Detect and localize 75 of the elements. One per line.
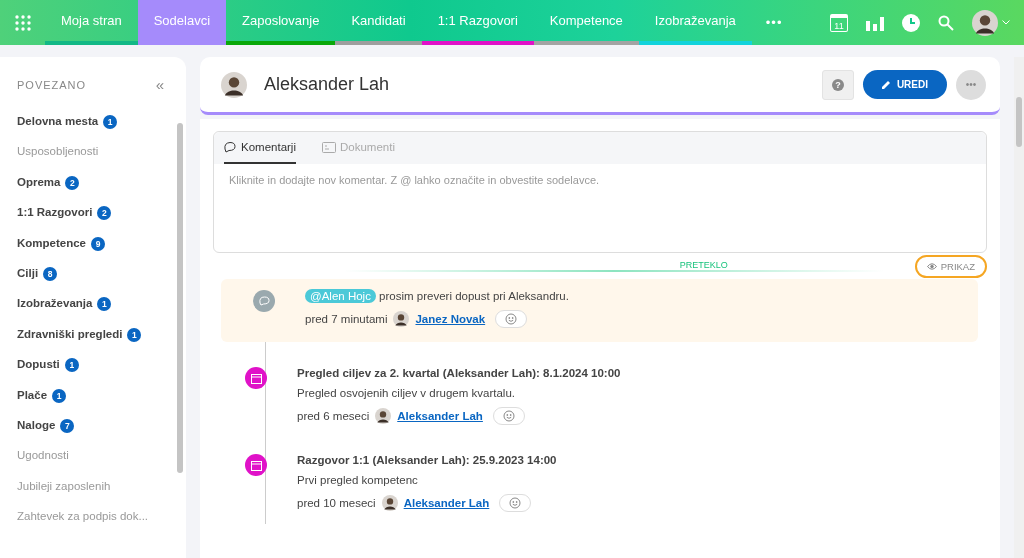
count-badge: 9 [91,236,106,251]
user-avatar [972,9,998,36]
sidebar-item[interactable]: Delovna mesta 1 [17,115,186,146]
page-scrollbar[interactable] [1014,57,1024,558]
count-badge: 1 [64,358,79,373]
comment-icon [253,290,275,312]
count-badge: 8 [43,266,58,281]
nav-tab[interactable]: Kompetence [533,0,639,45]
more-button[interactable]: ••• [956,69,986,100]
more-menu[interactable]: ••• [751,0,797,45]
nav-tab[interactable]: Kandidati [335,0,422,45]
author-link[interactable]: Aleksander Lah [397,410,483,422]
clock-icon[interactable] [902,13,920,32]
edit-button[interactable]: UREDI [862,70,947,99]
calendar-icon [245,367,267,389]
sidebar-item[interactable]: Izobraževanja 1 [17,297,186,328]
event-description: Pregled osvojenih ciljev v drugem kvartalu. [297,387,516,399]
author-avatar [375,408,392,424]
author-avatar [381,495,398,511]
reaction-button[interactable] [499,494,532,512]
speech-bubble-icon [224,141,237,153]
sidebar-item[interactable]: Oprema 2 [17,175,186,207]
chevron-down-icon[interactable] [1002,20,1010,25]
reaction-button[interactable] [495,310,528,328]
mention-tag[interactable]: @Alen Hojc [305,289,376,303]
reaction-button[interactable] [492,407,525,425]
calendar-icon [245,454,267,476]
author-link[interactable]: Aleksander Lah [403,497,490,509]
search-icon[interactable] [938,14,954,31]
sidebar-title: POVEZANO [17,79,87,91]
count-badge: 1 [127,327,142,342]
profile-avatar [221,71,247,98]
employee-name: Aleksander Lah [264,74,390,95]
document-icon [321,141,336,153]
event-title: Pregled ciljev za 2. kvartal (Aleksander Lah): 8.1.2024 10:00 [297,367,621,379]
view-button[interactable]: PRIKAZ [914,254,987,278]
sidebar-item[interactable]: Cilji 8 [17,266,186,298]
sidebar-item[interactable]: Kompetence 9 [17,236,186,267]
count-badge: 1 [97,297,112,312]
count-badge: 2 [65,175,80,190]
nav-tab[interactable]: Zaposlovanje [226,0,336,45]
pencil-icon [881,80,891,89]
calendar-icon[interactable]: 11 [830,13,848,32]
smiley-icon [509,497,522,509]
event-title: Razgovor 1:1 (Aleksander Lah): 25.9.2023 14:00 [297,454,557,466]
count-badge: 1 [52,388,67,403]
nav-tab[interactable]: Sodelavci [137,0,227,45]
timestamp: pred 10 meseci [297,497,376,509]
timestamp: pred 7 minutami [305,313,388,325]
nav-tab[interactable]: Izobraževanja [638,0,752,45]
bar-chart-icon[interactable] [866,14,884,31]
count-badge: 2 [97,206,112,221]
timestamp: pred 6 meseci [297,410,370,422]
collapse-button[interactable]: « [155,79,164,91]
tab[interactable]: Dokumenti [321,132,395,164]
tab[interactable]: Komentarji [224,132,296,164]
sidebar-item[interactable]: Naloge 7 [17,418,186,450]
sidebar-item[interactable]: 1:1 Razgovori 2 [17,206,186,237]
nav-tab[interactable]: 1:1 Razgovori [421,0,534,45]
scrollbar[interactable] [177,123,183,473]
smiley-icon [502,410,515,422]
comment-text: @Alen Hojc prosim preveri dopust pri Aleksandru. [305,290,569,302]
count-badge: 1 [103,115,118,129]
sidebar-item[interactable]: Dopusti 1 [17,358,186,389]
event-description: Prvi pregled kompetenc [297,474,419,486]
author-avatar [393,311,410,327]
help-button[interactable]: ? [821,69,854,100]
author-link[interactable]: Janez Novak [415,313,486,325]
eye-icon [926,262,937,270]
sidebar-item[interactable]: Plače 1 [17,388,186,419]
sidebar-item[interactable]: Zdravniški pregledi 1 [17,327,186,359]
section-label: PRETEKLO [679,260,728,270]
apps-grid-icon[interactable] [14,14,31,31]
smiley-icon [505,313,518,325]
count-badge: 7 [60,418,75,433]
